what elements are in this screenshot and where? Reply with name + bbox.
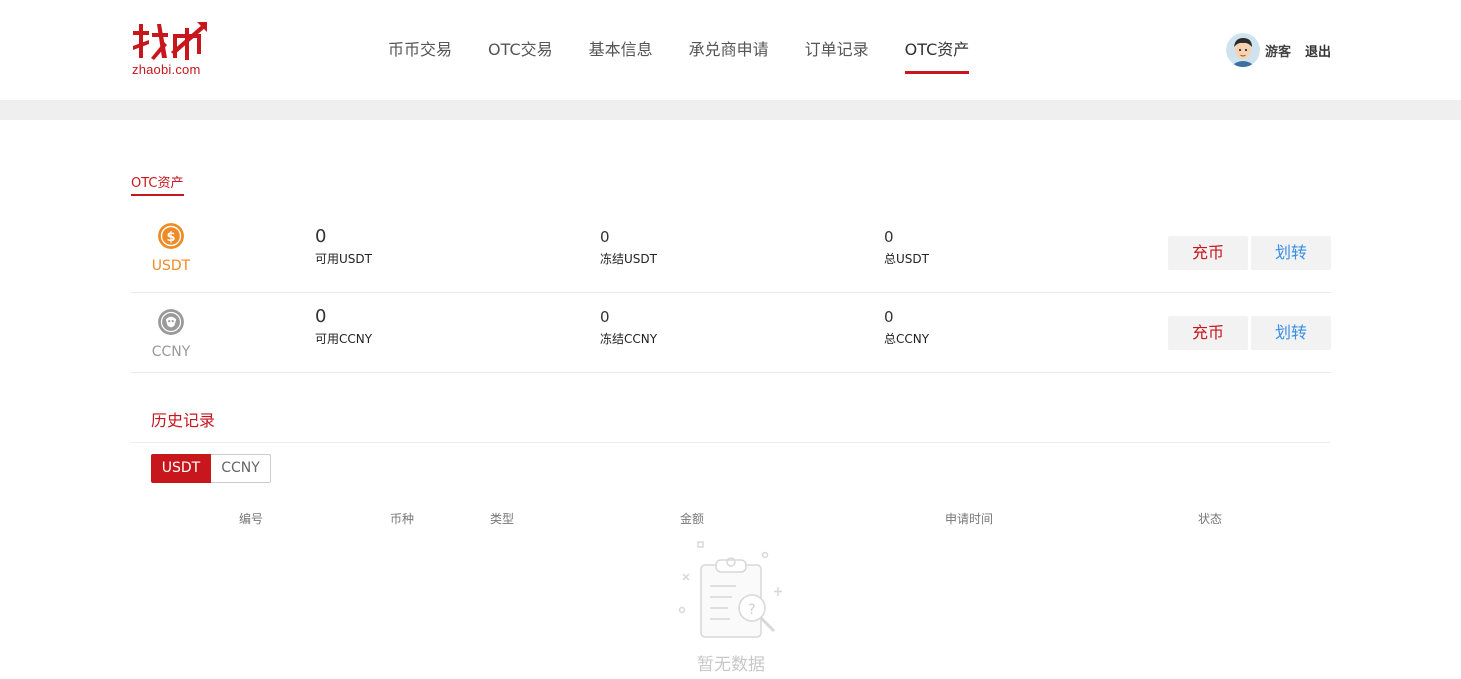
coin-name: USDT	[151, 258, 191, 274]
coin-cell: $ USDT	[131, 213, 211, 293]
frozen-label: 冻结USDT	[600, 252, 657, 266]
coin-cell: CCNY	[131, 293, 211, 373]
nav-item-otc-assets[interactable]: OTC资产	[904, 36, 969, 74]
available-stat: 0 可用CCNY	[315, 307, 372, 347]
frozen-amount: 0	[600, 308, 610, 326]
total-stat: 0 总CCNY	[884, 307, 929, 347]
deposit-button[interactable]: 充币	[1168, 236, 1248, 270]
transfer-button[interactable]: 划转	[1251, 316, 1331, 350]
empty-state-text: 暂无数据	[697, 655, 765, 675]
deposit-button[interactable]: 充币	[1168, 316, 1248, 350]
section-title-otc-assets[interactable]: OTC资产	[131, 172, 184, 196]
svg-text:$: $	[166, 230, 175, 245]
logo-mark-icon	[133, 22, 207, 60]
coin-name: CCNY	[151, 344, 191, 360]
ccny-coin-icon	[158, 309, 184, 335]
nav-item-order-records[interactable]: 订单记录	[805, 36, 869, 74]
column-header-coin: 币种	[389, 512, 415, 526]
transfer-button[interactable]: 划转	[1251, 236, 1331, 270]
header-divider-band	[0, 100, 1461, 120]
column-header-status: 状态	[1197, 512, 1223, 526]
column-header-type: 类型	[489, 512, 515, 526]
total-label: 总USDT	[884, 252, 929, 266]
logo-text: zhaobi.com	[132, 62, 201, 77]
available-amount: 0	[315, 226, 327, 247]
column-header-apply-time: 申请时间	[944, 512, 994, 526]
user-name: 游客	[1265, 44, 1292, 60]
frozen-amount: 0	[600, 228, 610, 246]
empty-clipboard-icon: ?	[678, 541, 782, 638]
nav-item-basic-info[interactable]: 基本信息	[589, 36, 653, 74]
nav-item-otc-trading[interactable]: OTC交易	[488, 36, 553, 74]
user-avatar-icon[interactable]	[1226, 33, 1260, 67]
history-title: 历史记录	[151, 411, 216, 430]
nav-item-acceptor-apply[interactable]: 承兑商申请	[689, 36, 769, 74]
asset-row-ccny: CCNY 0 可用CCNY 0 冻结CCNY 0 总CCNY 充币 划转	[131, 293, 1331, 373]
column-header-amount: 金额	[679, 512, 705, 526]
svg-text:?: ?	[748, 602, 755, 618]
top-header: zhaobi.com 币币交易 OTC交易 基本信息 承兑商申请 订单记录 OT…	[0, 0, 1461, 100]
nav-item-spot-trading[interactable]: 币币交易	[388, 36, 452, 74]
available-label: 可用CCNY	[315, 332, 373, 346]
history-coin-tabs: USDT CCNY	[151, 454, 271, 483]
frozen-stat: 0 冻结CCNY	[600, 307, 657, 347]
available-amount: 0	[315, 306, 327, 327]
frozen-stat: 0 冻结USDT	[600, 227, 657, 267]
site-logo[interactable]: zhaobi.com	[131, 22, 211, 78]
frozen-label: 冻结CCNY	[600, 332, 658, 346]
tab-usdt[interactable]: USDT	[151, 454, 211, 483]
total-label: 总CCNY	[884, 332, 930, 346]
dollar-coin-icon: $	[158, 223, 184, 249]
total-amount: 0	[884, 308, 894, 326]
main-nav: 币币交易 OTC交易 基本信息 承兑商申请 订单记录 OTC资产	[388, 36, 1005, 76]
history-divider	[131, 442, 1331, 443]
column-header-id: 编号	[238, 512, 264, 526]
user-area: 游客 退出	[1226, 33, 1331, 67]
available-stat: 0 可用USDT	[315, 227, 372, 267]
available-label: 可用USDT	[315, 252, 372, 266]
asset-row-usdt: $ USDT 0 可用USDT 0 冻结USDT 0 总USDT 充币 划转	[131, 213, 1331, 293]
total-stat: 0 总USDT	[884, 227, 929, 267]
tab-ccny[interactable]: CCNY	[211, 454, 271, 483]
total-amount: 0	[884, 228, 894, 246]
logout-link[interactable]: 退出	[1305, 41, 1331, 60]
